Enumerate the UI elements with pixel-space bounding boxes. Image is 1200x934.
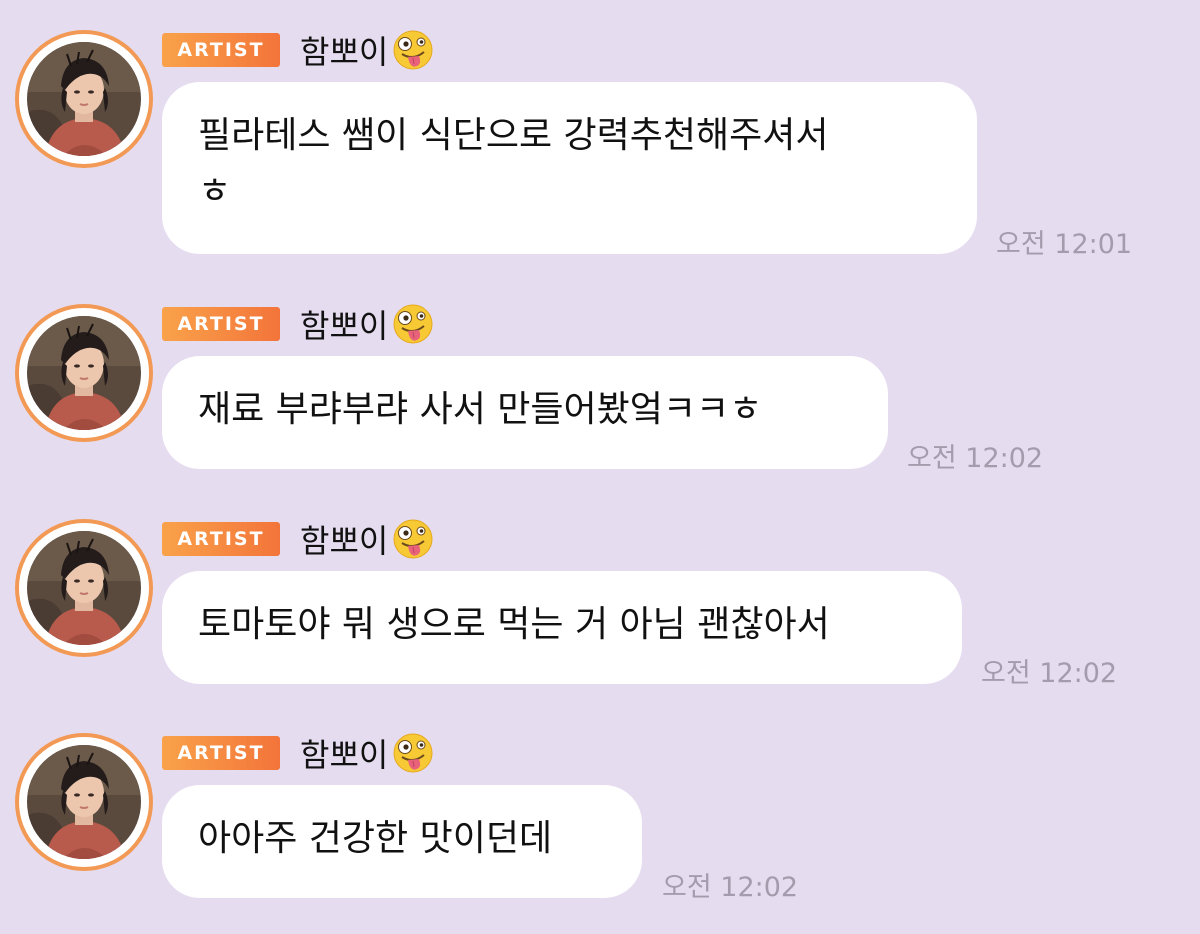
message-bubble[interactable]: 재료 부랴부랴 사서 만들어봤엌ㅋㅋㅎ: [162, 356, 888, 469]
zany-face-emoji-icon: [392, 303, 434, 345]
message-text-line: 필라테스 쌤이 식단으로 강력추천해주셔서: [198, 115, 829, 156]
message-timestamp: 오전 12:02: [981, 658, 1118, 689]
artist-badge: ARTIST: [162, 522, 280, 556]
sender-name[interactable]: 함뽀이: [300, 27, 388, 73]
zany-face-emoji-icon: [392, 732, 434, 774]
message-timestamp: 오전 12:01: [996, 229, 1133, 260]
artist-badge: ARTIST: [162, 307, 280, 341]
profile-photo: [27, 316, 141, 430]
zany-face-emoji-icon: [392, 29, 434, 71]
sender-name[interactable]: 함뽀이: [300, 516, 388, 562]
avatar[interactable]: [15, 519, 153, 657]
message-header: ARTIST 함뽀이: [162, 301, 434, 347]
message-header: ARTIST 함뽀이: [162, 516, 434, 562]
message-text-line: 재료 부랴부랴 사서 만들어봤엌ㅋㅋㅎ: [198, 389, 763, 430]
avatar[interactable]: [15, 304, 153, 442]
profile-photo: [27, 531, 141, 645]
message-header: ARTIST 함뽀이: [162, 730, 434, 776]
message-bubble[interactable]: 아아주 건강한 맛이던데: [162, 785, 642, 898]
artist-badge: ARTIST: [162, 33, 280, 67]
message-header: ARTIST 함뽀이: [162, 27, 434, 73]
sender-name[interactable]: 함뽀이: [300, 730, 388, 776]
message-bubble[interactable]: 토마토야 뭐 생으로 먹는 거 아님 괜찮아서: [162, 571, 962, 684]
profile-photo: [27, 42, 141, 156]
message-bubble[interactable]: 필라테스 쌤이 식단으로 강력추천해주셔서 ㅎ: [162, 82, 977, 254]
profile-photo: [27, 745, 141, 859]
avatar[interactable]: [15, 30, 153, 168]
sender-name[interactable]: 함뽀이: [300, 301, 388, 347]
zany-face-emoji-icon: [392, 518, 434, 560]
artist-badge: ARTIST: [162, 736, 280, 770]
message-timestamp: 오전 12:02: [907, 443, 1044, 474]
message-timestamp: 오전 12:02: [662, 872, 799, 903]
avatar[interactable]: [15, 733, 153, 871]
message-text-line: ㅎ: [198, 171, 232, 212]
message-text-line: 토마토야 뭐 생으로 먹는 거 아님 괜찮아서: [198, 604, 830, 645]
message-text-line: 아아주 건강한 맛이던데: [198, 818, 553, 859]
